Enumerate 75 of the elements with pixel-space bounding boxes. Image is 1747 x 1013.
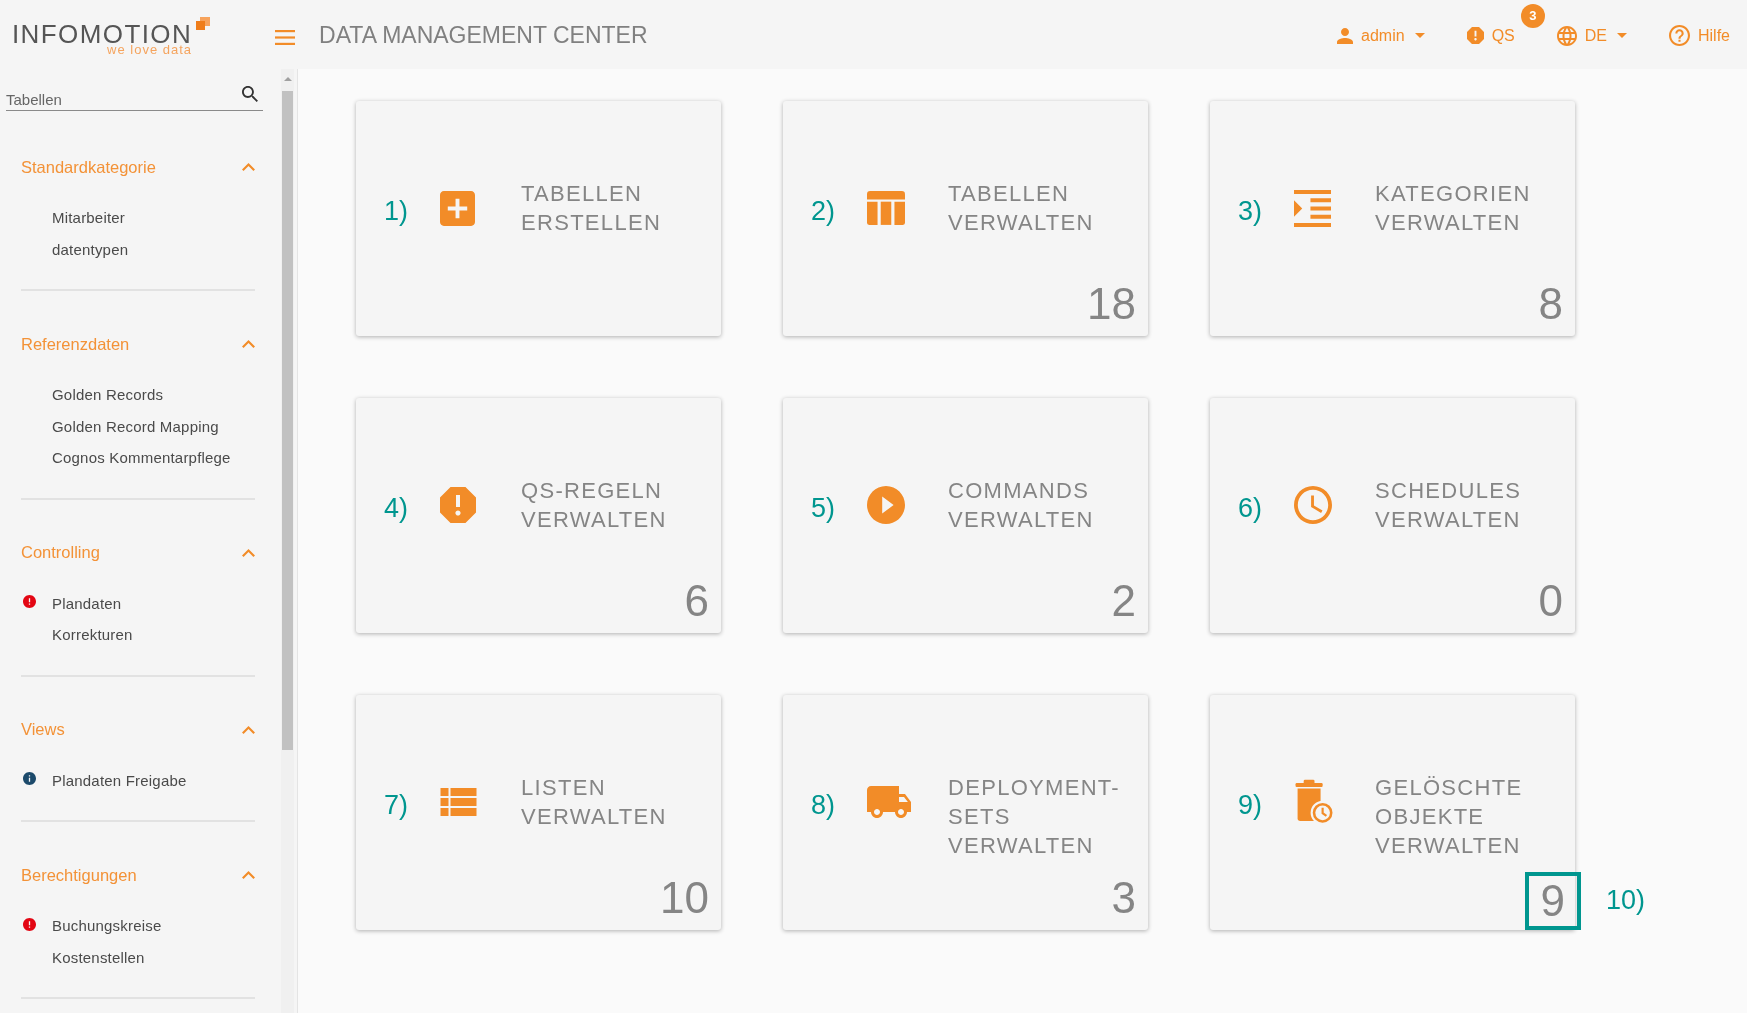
table-icon bbox=[867, 191, 905, 225]
error-icon bbox=[23, 917, 36, 931]
help-icon bbox=[1669, 25, 1690, 46]
tile-count: 2 bbox=[1111, 579, 1136, 623]
tile-card[interactable]: 8) DEPLOYMENT-SETS VERWALTEN 3 bbox=[783, 695, 1148, 930]
section-toggle[interactable]: Berechtigungen bbox=[21, 855, 255, 895]
annotation-label: 3) bbox=[1238, 196, 1262, 226]
nav-link[interactable]: datentypen bbox=[52, 240, 129, 258]
tile-count: 10 bbox=[660, 876, 709, 920]
nav-link[interactable]: Kostenstellen bbox=[52, 948, 145, 966]
page-title: DATA MANAGEMENT CENTER bbox=[319, 22, 648, 48]
error-icon bbox=[23, 595, 36, 609]
section-toggle[interactable]: Views bbox=[21, 709, 255, 750]
user-menu-button[interactable]: admin bbox=[1337, 25, 1425, 46]
notification-badge: 3 bbox=[1520, 3, 1545, 28]
annotation-label: 1) bbox=[384, 196, 408, 226]
search-icon[interactable] bbox=[242, 86, 258, 102]
tile-card[interactable]: 7) LISTEN VERWALTEN 10 bbox=[356, 695, 721, 930]
tile-card[interactable]: 4) QS-REGELN VERWALTEN 6 bbox=[356, 398, 721, 633]
info-icon bbox=[23, 772, 36, 786]
tile-card[interactable]: 3) KATEGORIEN VERWALTEN 8 bbox=[1210, 101, 1575, 336]
clock-icon bbox=[1294, 486, 1332, 524]
scrollbar-thumb[interactable] bbox=[282, 91, 293, 750]
caret-up-icon[interactable] bbox=[283, 77, 292, 81]
annotation-label: 10) bbox=[1606, 885, 1646, 915]
tile-title: QS-REGELN VERWALTEN bbox=[521, 477, 668, 534]
tile-title: TABELLEN VERWALTEN bbox=[948, 180, 1095, 237]
annotation-label: 7) bbox=[384, 790, 408, 820]
tile-title: LISTEN VERWALTEN bbox=[521, 774, 668, 831]
tile-title: KATEGORIEN VERWALTEN bbox=[1375, 180, 1532, 237]
truck-icon bbox=[867, 786, 911, 818]
list-icon bbox=[440, 788, 477, 816]
nav-link[interactable]: Golden Record Mapping bbox=[52, 417, 219, 435]
person-icon bbox=[1337, 27, 1354, 44]
tile-title: GELÖSCHTE OBJEKTE VERWALTEN bbox=[1375, 774, 1524, 860]
tile-card[interactable]: 1) TABELLEN ERSTELLEN bbox=[356, 101, 721, 336]
nav-link[interactable]: Korrekturen bbox=[52, 626, 133, 644]
section-toggle[interactable]: Controlling bbox=[21, 532, 255, 573]
menu-icon[interactable] bbox=[275, 30, 296, 45]
section-toggle[interactable]: Standardkategorie bbox=[21, 147, 255, 187]
tile-title: TABELLEN ERSTELLEN bbox=[521, 180, 663, 237]
tile-card[interactable]: 6) SCHEDULES VERWALTEN 0 bbox=[1210, 398, 1575, 633]
annotation-label: 9) bbox=[1238, 790, 1262, 820]
annotation-label: 6) bbox=[1238, 493, 1262, 523]
tile-title: SCHEDULES VERWALTEN bbox=[1375, 477, 1523, 534]
tile-count: 0 bbox=[1538, 579, 1563, 623]
tile-title: DEPLOYMENT-SETS VERWALTEN bbox=[948, 774, 1121, 860]
globe-icon bbox=[1556, 25, 1577, 46]
section-toggle[interactable]: Referenzdaten bbox=[21, 324, 255, 364]
trash-clock-icon bbox=[1294, 779, 1335, 825]
tile-title: COMMANDS VERWALTEN bbox=[948, 477, 1095, 534]
tile-count: 6 bbox=[684, 579, 709, 623]
nav-link[interactable]: Golden Records bbox=[52, 386, 164, 404]
annotation-label: 2) bbox=[811, 196, 835, 226]
indent-list-icon bbox=[1294, 189, 1331, 227]
exclamation-octagon-icon bbox=[1466, 27, 1484, 44]
logo-squares-icon bbox=[195, 17, 211, 31]
language-button[interactable]: DE bbox=[1556, 25, 1627, 46]
nav-link[interactable]: Cognos Kommentarpflege bbox=[52, 449, 231, 467]
tile-count: 18 bbox=[1087, 282, 1136, 326]
annotation-label: 4) bbox=[384, 493, 408, 523]
tile-count: 3 bbox=[1111, 876, 1136, 920]
nav-link[interactable]: Plandaten bbox=[52, 594, 122, 612]
tile-card[interactable]: 2) TABELLEN VERWALTEN 18 bbox=[783, 101, 1148, 336]
help-button[interactable]: Hilfe bbox=[1669, 25, 1730, 46]
nav-link[interactable]: Mitarbeiter bbox=[52, 209, 126, 227]
tile-card[interactable]: 5) COMMANDS VERWALTEN 2 bbox=[783, 398, 1148, 633]
exclamation-octagon-icon bbox=[440, 487, 476, 523]
tile-count: 9 bbox=[1524, 872, 1581, 930]
annotation-label: 8) bbox=[811, 790, 835, 820]
scrollbar[interactable] bbox=[281, 69, 294, 1013]
tile-count: 8 bbox=[1538, 282, 1563, 326]
nav-link[interactable]: Plandaten Freigabe bbox=[52, 771, 187, 789]
annotation-label: 5) bbox=[811, 493, 835, 523]
nav-link[interactable]: Buchungskreise bbox=[52, 917, 162, 935]
